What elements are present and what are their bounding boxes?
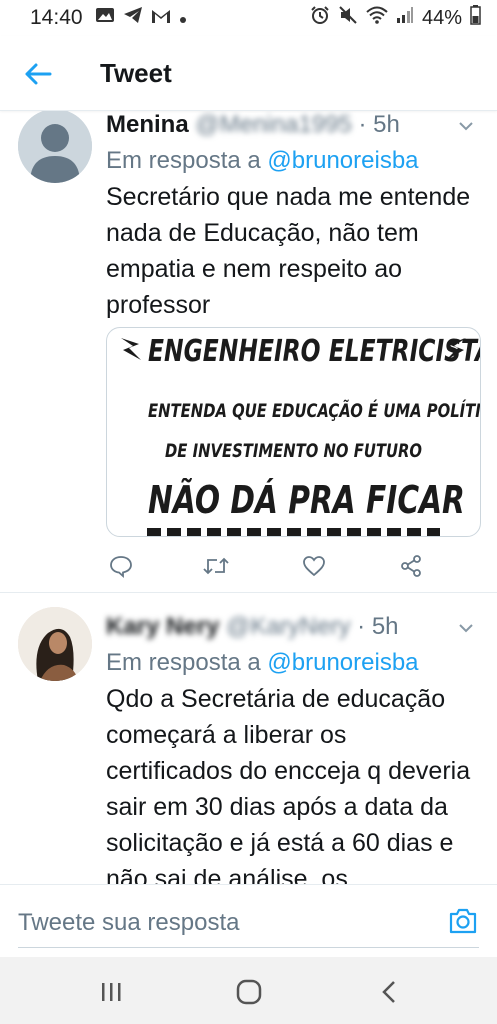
retweet-button[interactable] (201, 551, 231, 581)
tweet-menu-button[interactable] (457, 619, 475, 637)
reply-composer[interactable]: Tweete sua resposta (0, 884, 497, 958)
author-name[interactable]: Kary Nery (106, 613, 219, 640)
battery-icon (470, 5, 481, 31)
like-button[interactable] (299, 551, 329, 581)
dot-icon (179, 7, 187, 30)
home-button[interactable] (232, 975, 266, 1009)
reply-feed[interactable]: Menina @Menina1995 · 5h Em resposta a @b… (0, 111, 497, 884)
reply-mention-link[interactable]: @brunoreisba (267, 649, 418, 676)
author-handle[interactable]: @KaryNery (226, 613, 350, 640)
reply-button[interactable] (106, 551, 136, 581)
tweet-media-image[interactable]: ENGENHEIRO ELETRICISTA ENTENDA QUE EDUCA… (106, 327, 481, 537)
tweet-time: 5h (373, 111, 400, 138)
tweet-actions (106, 551, 426, 581)
lightning-icon (121, 338, 141, 360)
tweet-text: Qdo a Secretária de educação começará a … (106, 685, 471, 884)
tweet-time: 5h (371, 613, 399, 640)
wifi-icon (366, 6, 388, 30)
chevron-down-icon (459, 624, 473, 633)
tweet-menu-button[interactable] (457, 117, 475, 135)
arrow-left-icon (25, 63, 52, 85)
tweet-reply[interactable]: Menina @Menina1995 · 5h Em resposta a @b… (0, 111, 497, 591)
tweet-header: Menina @Menina1995 · 5h (106, 111, 400, 138)
reply-context: Em resposta a @brunoreisba (106, 649, 419, 677)
recent-apps-button[interactable] (94, 975, 128, 1009)
back-button[interactable] (22, 58, 54, 90)
reply-context: Em resposta a @brunoreisba (106, 147, 419, 175)
reply-prefix: Em resposta a (106, 649, 261, 676)
gallery-icon (95, 6, 115, 30)
signal-icon (396, 6, 414, 30)
reply-input[interactable]: Tweete sua resposta (18, 909, 239, 937)
share-button[interactable] (396, 551, 426, 581)
chevron-down-icon (459, 122, 473, 131)
reply-prefix: Em resposta a (106, 147, 261, 174)
tweet-header: Kary Nery @KaryNery · 5h (106, 613, 399, 640)
media-text-line: NÃO DÁ PRA FICAR (148, 478, 465, 522)
reply-mention-link[interactable]: @brunoreisba (267, 147, 418, 174)
camera-button[interactable] (447, 905, 479, 937)
share-icon (401, 555, 421, 577)
author-name[interactable]: Menina (106, 111, 189, 138)
telegram-icon (123, 6, 143, 30)
input-underline (18, 947, 479, 948)
media-text-line: ENGENHEIRO ELETRICISTA (148, 334, 481, 369)
media-text-line: ENTENDA QUE EDUCAÇÃO É UMA POLÍTICA (148, 400, 481, 422)
home-icon (236, 979, 262, 1005)
retweet-icon (203, 557, 229, 575)
recent-apps-icon (102, 983, 121, 1001)
tweet-text: Secretário que nada me entende nada de E… (106, 183, 471, 319)
reply-icon (110, 556, 132, 578)
camera-icon (449, 908, 477, 934)
alarm-icon (310, 5, 330, 31)
avatar[interactable] (18, 607, 92, 681)
system-nav-bar (0, 957, 497, 1024)
chevron-left-icon (382, 981, 395, 1003)
media-text-line: DE INVESTIMENTO NO FUTURO (164, 440, 423, 462)
status-bar: 14:40 44% (0, 0, 497, 36)
heart-icon (303, 556, 325, 577)
avatar[interactable] (18, 111, 92, 183)
app-bar: Tweet (0, 36, 497, 111)
author-handle[interactable]: @Menina1995 (195, 111, 351, 138)
battery-percent: 44% (421, 6, 462, 29)
back-nav-button[interactable] (372, 975, 406, 1009)
gmail-icon (151, 7, 171, 30)
mute-icon (338, 5, 358, 31)
tweet-reply[interactable]: Kary Nery @KaryNery · 5h Em resposta a @… (0, 593, 497, 884)
page-title: Tweet (100, 58, 172, 88)
status-time: 14:40 (30, 6, 83, 29)
media-cropped-text (147, 528, 440, 536)
